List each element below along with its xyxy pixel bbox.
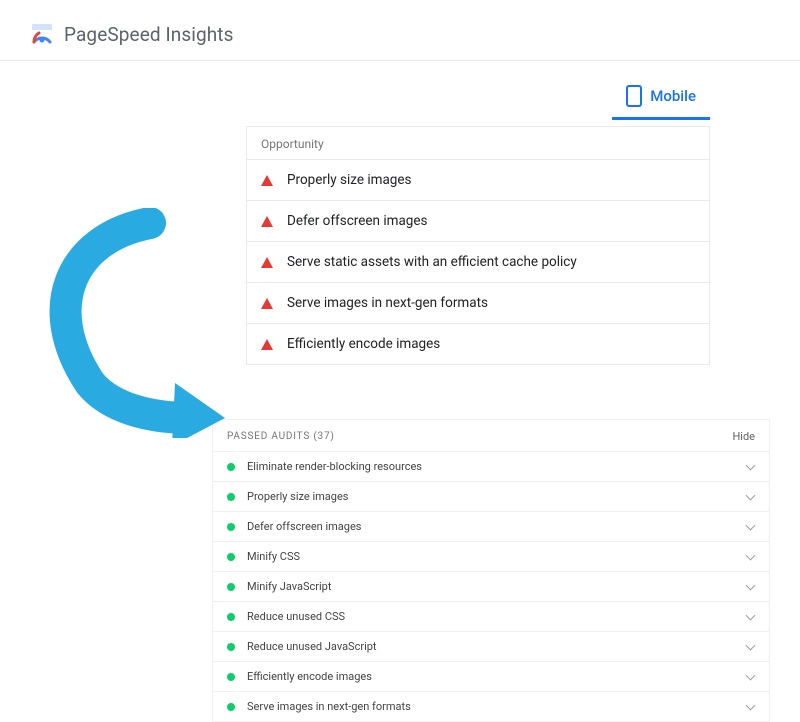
chevron-down-icon [747, 493, 755, 501]
chevron-down-icon [747, 553, 755, 561]
pass-indicator-icon [227, 583, 235, 591]
pass-indicator-icon [227, 643, 235, 651]
pass-indicator-icon [227, 703, 235, 711]
passed-audit-label: Serve images in next-gen formats [247, 700, 747, 713]
passed-audit-item[interactable]: Reduce unused CSS [213, 601, 769, 631]
warning-triangle-icon [261, 339, 273, 350]
chevron-down-icon [747, 523, 755, 531]
passed-audits-title: PASSED AUDITS (37) [227, 431, 335, 442]
pass-indicator-icon [227, 553, 235, 561]
passed-audit-label: Minify CSS [247, 550, 747, 563]
pass-indicator-icon [227, 523, 235, 531]
tab-label: Mobile [650, 87, 696, 105]
tab-mobile[interactable]: Mobile [612, 79, 710, 120]
hide-button[interactable]: Hide [732, 430, 755, 443]
passed-audit-item[interactable]: Eliminate render-blocking resources [213, 451, 769, 481]
chevron-down-icon [747, 703, 755, 711]
pagespeed-logo-icon [30, 22, 54, 46]
passed-audit-label: Reduce unused CSS [247, 610, 747, 623]
app-header: PageSpeed Insights [0, 0, 800, 61]
warning-triangle-icon [261, 298, 273, 309]
chevron-down-icon [747, 643, 755, 651]
passed-audits-panel: PASSED AUDITS (37) Hide Eliminate render… [212, 419, 770, 722]
pass-indicator-icon [227, 463, 235, 471]
mobile-icon [626, 85, 642, 107]
opportunity-item-label: Properly size images [287, 172, 412, 188]
opportunity-item[interactable]: Efficiently encode images [247, 323, 709, 364]
warning-triangle-icon [261, 257, 273, 268]
passed-audit-item[interactable]: Defer offscreen images [213, 511, 769, 541]
opportunity-panel: Opportunity Properly size images Defer o… [246, 126, 710, 365]
pass-indicator-icon [227, 673, 235, 681]
passed-audit-label: Eliminate render-blocking resources [247, 460, 747, 473]
opportunity-item[interactable]: Serve static assets with an efficient ca… [247, 241, 709, 282]
chevron-down-icon [747, 673, 755, 681]
passed-audit-label: Properly size images [247, 490, 747, 503]
opportunity-section-title: Opportunity [247, 127, 709, 159]
chevron-down-icon [747, 463, 755, 471]
opportunity-item-label: Defer offscreen images [287, 213, 428, 229]
curved-arrow-icon [30, 208, 230, 438]
passed-audit-label: Efficiently encode images [247, 670, 747, 683]
passed-audit-item[interactable]: Properly size images [213, 481, 769, 511]
chevron-down-icon [747, 583, 755, 591]
opportunity-item[interactable]: Defer offscreen images [247, 200, 709, 241]
passed-audit-item[interactable]: Reduce unused JavaScript [213, 631, 769, 661]
app-title: PageSpeed Insights [64, 23, 234, 46]
opportunity-item-label: Serve images in next-gen formats [287, 295, 488, 311]
warning-triangle-icon [261, 175, 273, 186]
pass-indicator-icon [227, 613, 235, 621]
passed-audit-item[interactable]: Minify CSS [213, 541, 769, 571]
chevron-down-icon [747, 613, 755, 621]
pass-indicator-icon [227, 493, 235, 501]
opportunity-item[interactable]: Properly size images [247, 159, 709, 200]
tab-bar: Mobile [0, 79, 800, 120]
passed-audit-item[interactable]: Efficiently encode images [213, 661, 769, 691]
passed-audit-item[interactable]: Minify JavaScript [213, 571, 769, 601]
warning-triangle-icon [261, 216, 273, 227]
opportunity-item[interactable]: Serve images in next-gen formats [247, 282, 709, 323]
opportunity-item-label: Efficiently encode images [287, 336, 440, 352]
passed-audit-label: Defer offscreen images [247, 520, 747, 533]
passed-audits-header: PASSED AUDITS (37) Hide [213, 420, 769, 451]
opportunity-item-label: Serve static assets with an efficient ca… [287, 254, 577, 270]
passed-audit-label: Minify JavaScript [247, 580, 747, 593]
passed-audit-item[interactable]: Serve images in next-gen formats [213, 691, 769, 721]
passed-audit-label: Reduce unused JavaScript [247, 640, 747, 653]
